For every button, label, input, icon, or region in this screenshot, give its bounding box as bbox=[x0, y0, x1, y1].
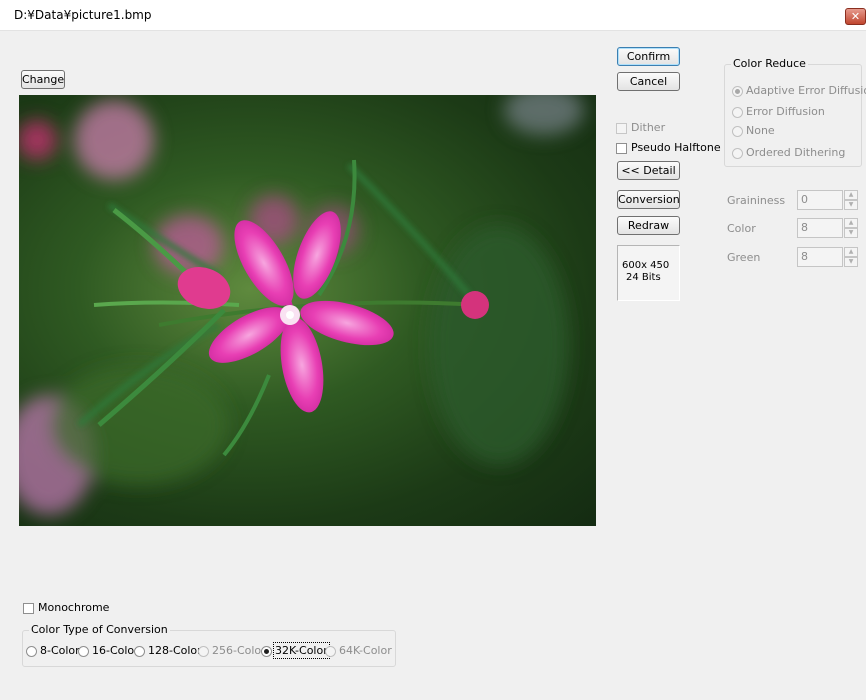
option-label: None bbox=[746, 124, 775, 137]
image-info-panel: 600x 450 24 Bits bbox=[617, 245, 680, 301]
pseudo-halftone-label: Pseudo Halftone bbox=[631, 141, 721, 154]
spin-down-icon[interactable]: ▼ bbox=[844, 228, 858, 238]
close-button[interactable]: ✕ bbox=[845, 8, 866, 25]
close-icon: ✕ bbox=[850, 10, 861, 23]
color-type-option-128[interactable]: 128-Color bbox=[134, 643, 202, 659]
color-reduce-group: Color Reduce Adaptive Error Diffusion Er… bbox=[724, 57, 866, 167]
radio-icon[interactable] bbox=[134, 645, 145, 657]
option-label: Error Diffusion bbox=[746, 105, 825, 118]
image-bits-text: 24 Bits bbox=[626, 272, 661, 283]
spin-up-icon[interactable]: ▲ bbox=[844, 218, 858, 228]
graininess-label: Graininess bbox=[727, 194, 786, 207]
option-label: 64K-Color bbox=[339, 644, 392, 657]
spin-up-icon[interactable]: ▲ bbox=[844, 190, 858, 200]
radio-icon[interactable] bbox=[78, 645, 89, 657]
conversion-dialog: D:¥Data¥picture1.bmp ✕ Change Confirm Ca… bbox=[0, 0, 866, 700]
color-type-option-8[interactable]: 8-Color bbox=[26, 643, 80, 659]
color-type-option-16[interactable]: 16-Color bbox=[78, 643, 139, 659]
dither-label: Dither bbox=[631, 121, 666, 134]
change-button[interactable]: Change bbox=[21, 70, 65, 89]
option-label: Ordered Dithering bbox=[746, 146, 846, 159]
option-label: 32K-Color bbox=[273, 642, 330, 659]
color-reduce-title: Color Reduce bbox=[731, 57, 808, 70]
color-type-group: Color Type of Conversion 8-Color 16-Colo… bbox=[22, 623, 396, 667]
radio-icon[interactable] bbox=[261, 645, 272, 657]
option-label: 8-Color bbox=[40, 644, 80, 657]
radio-icon[interactable] bbox=[26, 645, 37, 657]
green-label: Green bbox=[727, 251, 761, 264]
color-input[interactable]: 8 bbox=[797, 218, 843, 238]
radio-icon[interactable] bbox=[732, 85, 743, 97]
window-title: D:¥Data¥picture1.bmp bbox=[14, 8, 152, 22]
option-label: Adaptive Error Diffusion bbox=[746, 84, 866, 97]
image-size-text: 600x 450 bbox=[622, 260, 670, 271]
color-reduce-option-error-diffusion[interactable]: Error Diffusion bbox=[732, 104, 825, 120]
graininess-spinner[interactable]: ▲ ▼ bbox=[844, 190, 858, 210]
radio-icon[interactable] bbox=[732, 106, 743, 118]
color-type-title: Color Type of Conversion bbox=[29, 623, 170, 636]
color-type-option-64k[interactable]: 64K-Color bbox=[325, 643, 392, 659]
green-input[interactable]: 8 bbox=[797, 247, 843, 267]
option-label: 16-Color bbox=[92, 644, 139, 657]
green-spinner[interactable]: ▲ ▼ bbox=[844, 247, 858, 267]
monochrome-checkbox[interactable] bbox=[23, 602, 34, 614]
redraw-button[interactable]: Redraw bbox=[617, 216, 680, 235]
color-reduce-option-adaptive[interactable]: Adaptive Error Diffusion bbox=[732, 83, 866, 99]
color-type-option-32k[interactable]: 32K-Color bbox=[261, 642, 330, 659]
color-reduce-option-ordered[interactable]: Ordered Dithering bbox=[732, 145, 845, 161]
flower-image bbox=[19, 95, 584, 515]
radio-icon[interactable] bbox=[732, 125, 743, 137]
dither-option[interactable]: Dither bbox=[616, 120, 665, 136]
pseudo-halftone-checkbox[interactable] bbox=[616, 142, 627, 154]
spin-down-icon[interactable]: ▼ bbox=[844, 200, 858, 210]
radio-icon[interactable] bbox=[325, 645, 336, 657]
spin-up-icon[interactable]: ▲ bbox=[844, 247, 858, 257]
graininess-input[interactable]: 0 bbox=[797, 190, 843, 210]
radio-icon[interactable] bbox=[732, 147, 743, 159]
spin-down-icon[interactable]: ▼ bbox=[844, 257, 858, 267]
option-label: 256-Color bbox=[212, 644, 266, 657]
cancel-button[interactable]: Cancel bbox=[617, 72, 680, 91]
dither-checkbox[interactable] bbox=[616, 122, 627, 134]
radio-icon[interactable] bbox=[198, 645, 209, 657]
monochrome-option[interactable]: Monochrome bbox=[23, 600, 109, 616]
confirm-button[interactable]: Confirm bbox=[617, 47, 680, 66]
color-label: Color bbox=[727, 222, 756, 235]
color-reduce-option-none[interactable]: None bbox=[732, 123, 775, 139]
color-spinner[interactable]: ▲ ▼ bbox=[844, 218, 858, 238]
color-type-option-256[interactable]: 256-Color bbox=[198, 643, 266, 659]
option-label: 128-Color bbox=[148, 644, 202, 657]
conversion-button[interactable]: Conversion bbox=[617, 190, 680, 209]
monochrome-label: Monochrome bbox=[38, 601, 110, 614]
detail-button[interactable]: << Detail bbox=[617, 161, 680, 180]
picture-preview bbox=[19, 95, 596, 526]
title-bar: D:¥Data¥picture1.bmp ✕ bbox=[0, 0, 866, 31]
pseudo-halftone-option[interactable]: Pseudo Halftone bbox=[616, 140, 721, 156]
